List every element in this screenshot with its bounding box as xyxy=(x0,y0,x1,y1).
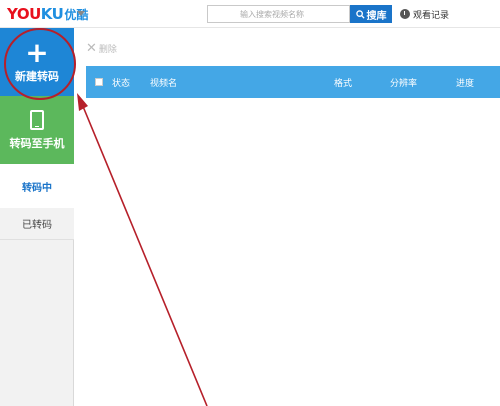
annotation-arrow xyxy=(77,93,208,406)
